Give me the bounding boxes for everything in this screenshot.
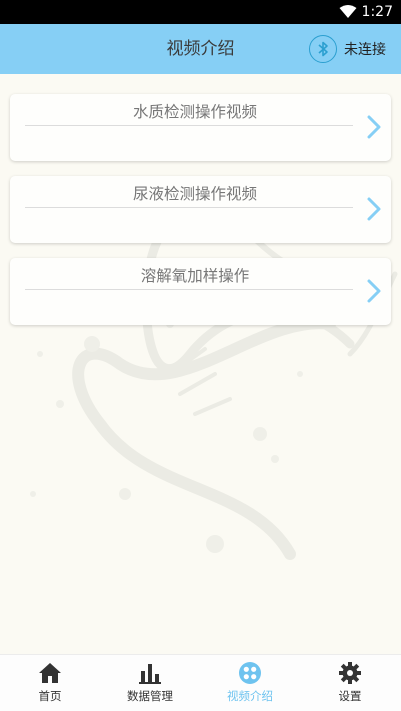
video-item-label: 水质检测操作视频 — [132, 103, 257, 121]
chevron-right-icon — [367, 115, 381, 139]
video-item-urine[interactable]: 尿液检测操作视频 — [10, 176, 391, 243]
video-grid-icon — [239, 662, 261, 684]
gear-icon — [339, 662, 361, 684]
nav-item-home[interactable]: 首页 — [0, 655, 100, 711]
nav-item-settings[interactable]: 设置 — [300, 655, 400, 711]
nav-label: 设置 — [338, 689, 362, 703]
bluetooth-status-label: 未连接 — [344, 42, 386, 58]
divider — [25, 125, 353, 126]
video-item-label: 尿液检测操作视频 — [132, 185, 257, 203]
divider — [25, 289, 353, 290]
divider — [25, 207, 353, 208]
bluetooth-icon — [309, 35, 337, 63]
wifi-icon — [339, 5, 357, 18]
chevron-right-icon — [367, 197, 381, 221]
chevron-right-icon — [367, 279, 381, 303]
status-time: 1:27 — [361, 4, 393, 20]
bottom-nav: 首页 数据管理 视频介绍 设置 — [0, 654, 401, 711]
dna-watermark-image — [30, 203, 398, 560]
nav-item-data-management[interactable]: 数据管理 — [100, 655, 200, 711]
nav-label: 数据管理 — [127, 689, 173, 703]
status-bar: 1:27 — [0, 0, 401, 24]
app-header: 视频介绍 未连接 — [0, 24, 401, 74]
nav-item-video-intro[interactable]: 视频介绍 — [200, 655, 300, 711]
video-item-dissolved-oxygen[interactable]: 溶解氧加样操作 — [10, 258, 391, 325]
video-item-label: 溶解氧加样操作 — [140, 267, 250, 285]
video-item-water-quality[interactable]: 水质检测操作视频 — [10, 94, 391, 161]
nav-label: 首页 — [38, 689, 62, 703]
bluetooth-connect-button[interactable]: 未连接 — [309, 34, 386, 64]
bar-chart-icon — [139, 664, 161, 684]
nav-label: 视频介绍 — [227, 689, 273, 703]
home-icon — [39, 663, 61, 683]
